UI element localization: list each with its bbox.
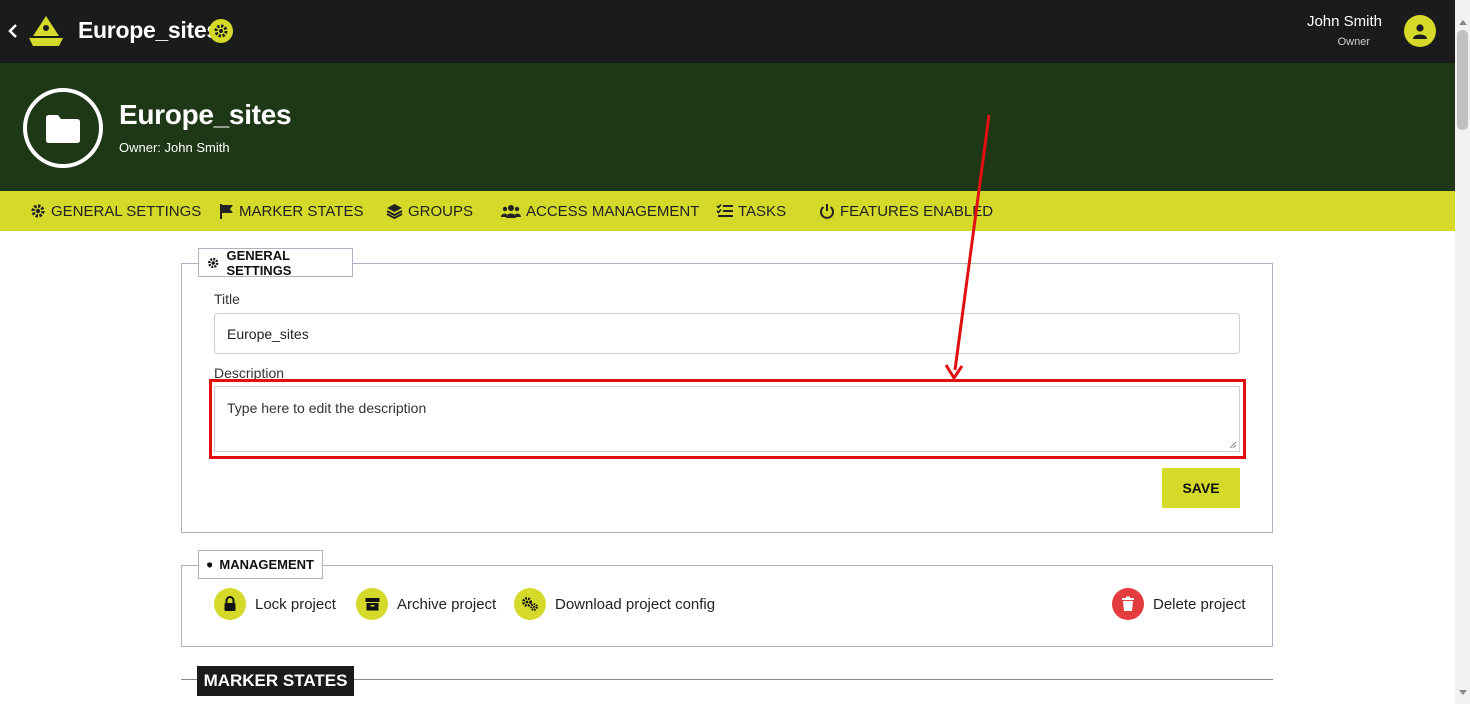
user-name: John Smith [1306,13,1382,30]
back-chevron-icon[interactable] [6,20,20,42]
user-avatar-icon[interactable] [1404,15,1436,47]
settings-tabs: GENERAL SETTINGS MARKER STATES GROUPS AC… [0,191,1455,231]
project-settings-gear-icon[interactable] [209,19,233,43]
shield-icon [207,561,213,568]
app-title: Europe_sites [78,17,219,43]
archive-project-button[interactable]: Archive project [356,587,496,621]
tab-label: MARKER STATES [239,202,364,220]
gear-icon [31,204,45,218]
tab-tasks[interactable]: TASKS [716,191,786,231]
project-owner: Owner: John Smith [119,140,230,155]
scroll-down-arrow-icon[interactable] [1459,690,1467,695]
action-label: Download project config [555,595,716,613]
title-input[interactable]: Europe_sites [214,313,1240,354]
tab-features-enabled[interactable]: FEATURES ENABLED [819,191,993,231]
users-icon [501,205,521,218]
flag-icon [220,204,233,219]
general-settings-legend: GENERAL SETTINGS [198,247,353,278]
management-legend: MANAGEMENT [198,550,323,579]
layers-icon [386,204,403,219]
annotation-highlight-box [209,379,1246,459]
download-config-button[interactable]: Download project config [514,587,715,621]
lock-icon [224,596,236,611]
lock-project-button[interactable]: Lock project [214,587,336,621]
user-role: Owner [1337,36,1370,48]
marker-states-heading: MARKER STATES [197,666,354,696]
project-folder-icon [23,88,103,168]
top-bar: Europe_sites John Smith Owner [0,0,1455,63]
save-button[interactable]: SAVE [1162,468,1240,508]
tab-marker-states[interactable]: MARKER STATES [219,191,363,231]
legend-label: GENERAL SETTINGS [226,247,292,278]
action-label: Archive project [397,595,497,613]
project-title: Europe_sites [119,99,292,130]
tab-label: GROUPS [408,202,474,220]
title-label: Title [214,291,240,307]
delete-project-button[interactable]: Delete project [1112,587,1246,621]
tab-groups[interactable]: GROUPS [386,191,473,231]
tab-label: ACCESS MANAGEMENT [526,202,700,220]
power-icon [820,204,834,219]
action-label: Delete project [1153,595,1246,613]
management-panel [181,565,1273,647]
archive-icon [365,598,379,611]
gears-icon [522,597,538,611]
tab-label: TASKS [738,202,787,220]
tab-general-settings[interactable]: GENERAL SETTINGS [30,191,201,231]
action-label: Lock project [255,595,336,613]
project-header: Europe_sites Owner: John Smith [0,63,1455,191]
scrollbar-thumb[interactable] [1457,30,1468,130]
tab-label: GENERAL SETTINGS [51,202,202,220]
trash-icon [1122,596,1134,611]
app-logo-icon[interactable] [27,14,65,48]
scroll-up-arrow-icon[interactable] [1459,20,1467,25]
gear-icon [208,257,219,268]
tab-label: FEATURES ENABLED [840,202,994,220]
checklist-icon [716,203,733,217]
legend-label: MANAGEMENT [219,557,314,572]
tab-access-management[interactable]: ACCESS MANAGEMENT [501,191,699,231]
